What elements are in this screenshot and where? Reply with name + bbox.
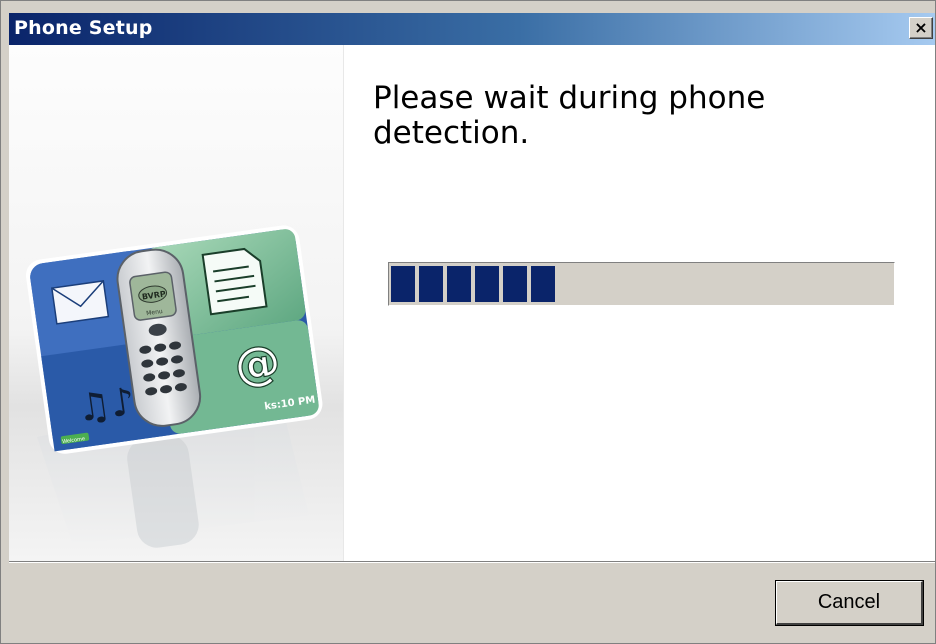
progress-segment: [419, 266, 443, 302]
window-title: Phone Setup: [14, 17, 153, 39]
status-heading: Please wait during phone detection.: [373, 80, 766, 151]
progress-segment: [503, 266, 527, 302]
progress-fill: [391, 266, 555, 302]
panel-divider: [343, 45, 344, 561]
card: @ ♫♪ ks:10 PM Welcome BVRP Menu: [25, 225, 323, 454]
wizard-side-image: @ ♫♪ ks:10 PM Welcome BVRP Menu: [9, 45, 343, 561]
dialog-content: @ ♫♪ ks:10 PM Welcome BVRP Menu Please w…: [9, 45, 935, 561]
title-bar[interactable]: Phone Setup ×: [9, 13, 935, 45]
progress-segment: [447, 266, 471, 302]
progress-segment: [531, 266, 555, 302]
envelope-icon: [51, 280, 110, 325]
phone-setup-dialog: Phone Setup × @ ♫♪ ks:10 PM Welcome BVRP…: [0, 0, 936, 644]
progress-segment: [391, 266, 415, 302]
footer-separator: [9, 561, 935, 563]
music-notes-icon: ♫♪: [74, 379, 138, 431]
close-icon: ×: [914, 18, 928, 37]
close-button[interactable]: ×: [909, 17, 933, 39]
phone-card-illustration: @ ♫♪ ks:10 PM Welcome BVRP Menu: [25, 225, 323, 548]
cancel-button[interactable]: Cancel: [775, 580, 924, 626]
detection-progress-bar: [388, 262, 895, 306]
progress-segment: [475, 266, 499, 302]
at-sign-icon: @: [231, 333, 284, 393]
